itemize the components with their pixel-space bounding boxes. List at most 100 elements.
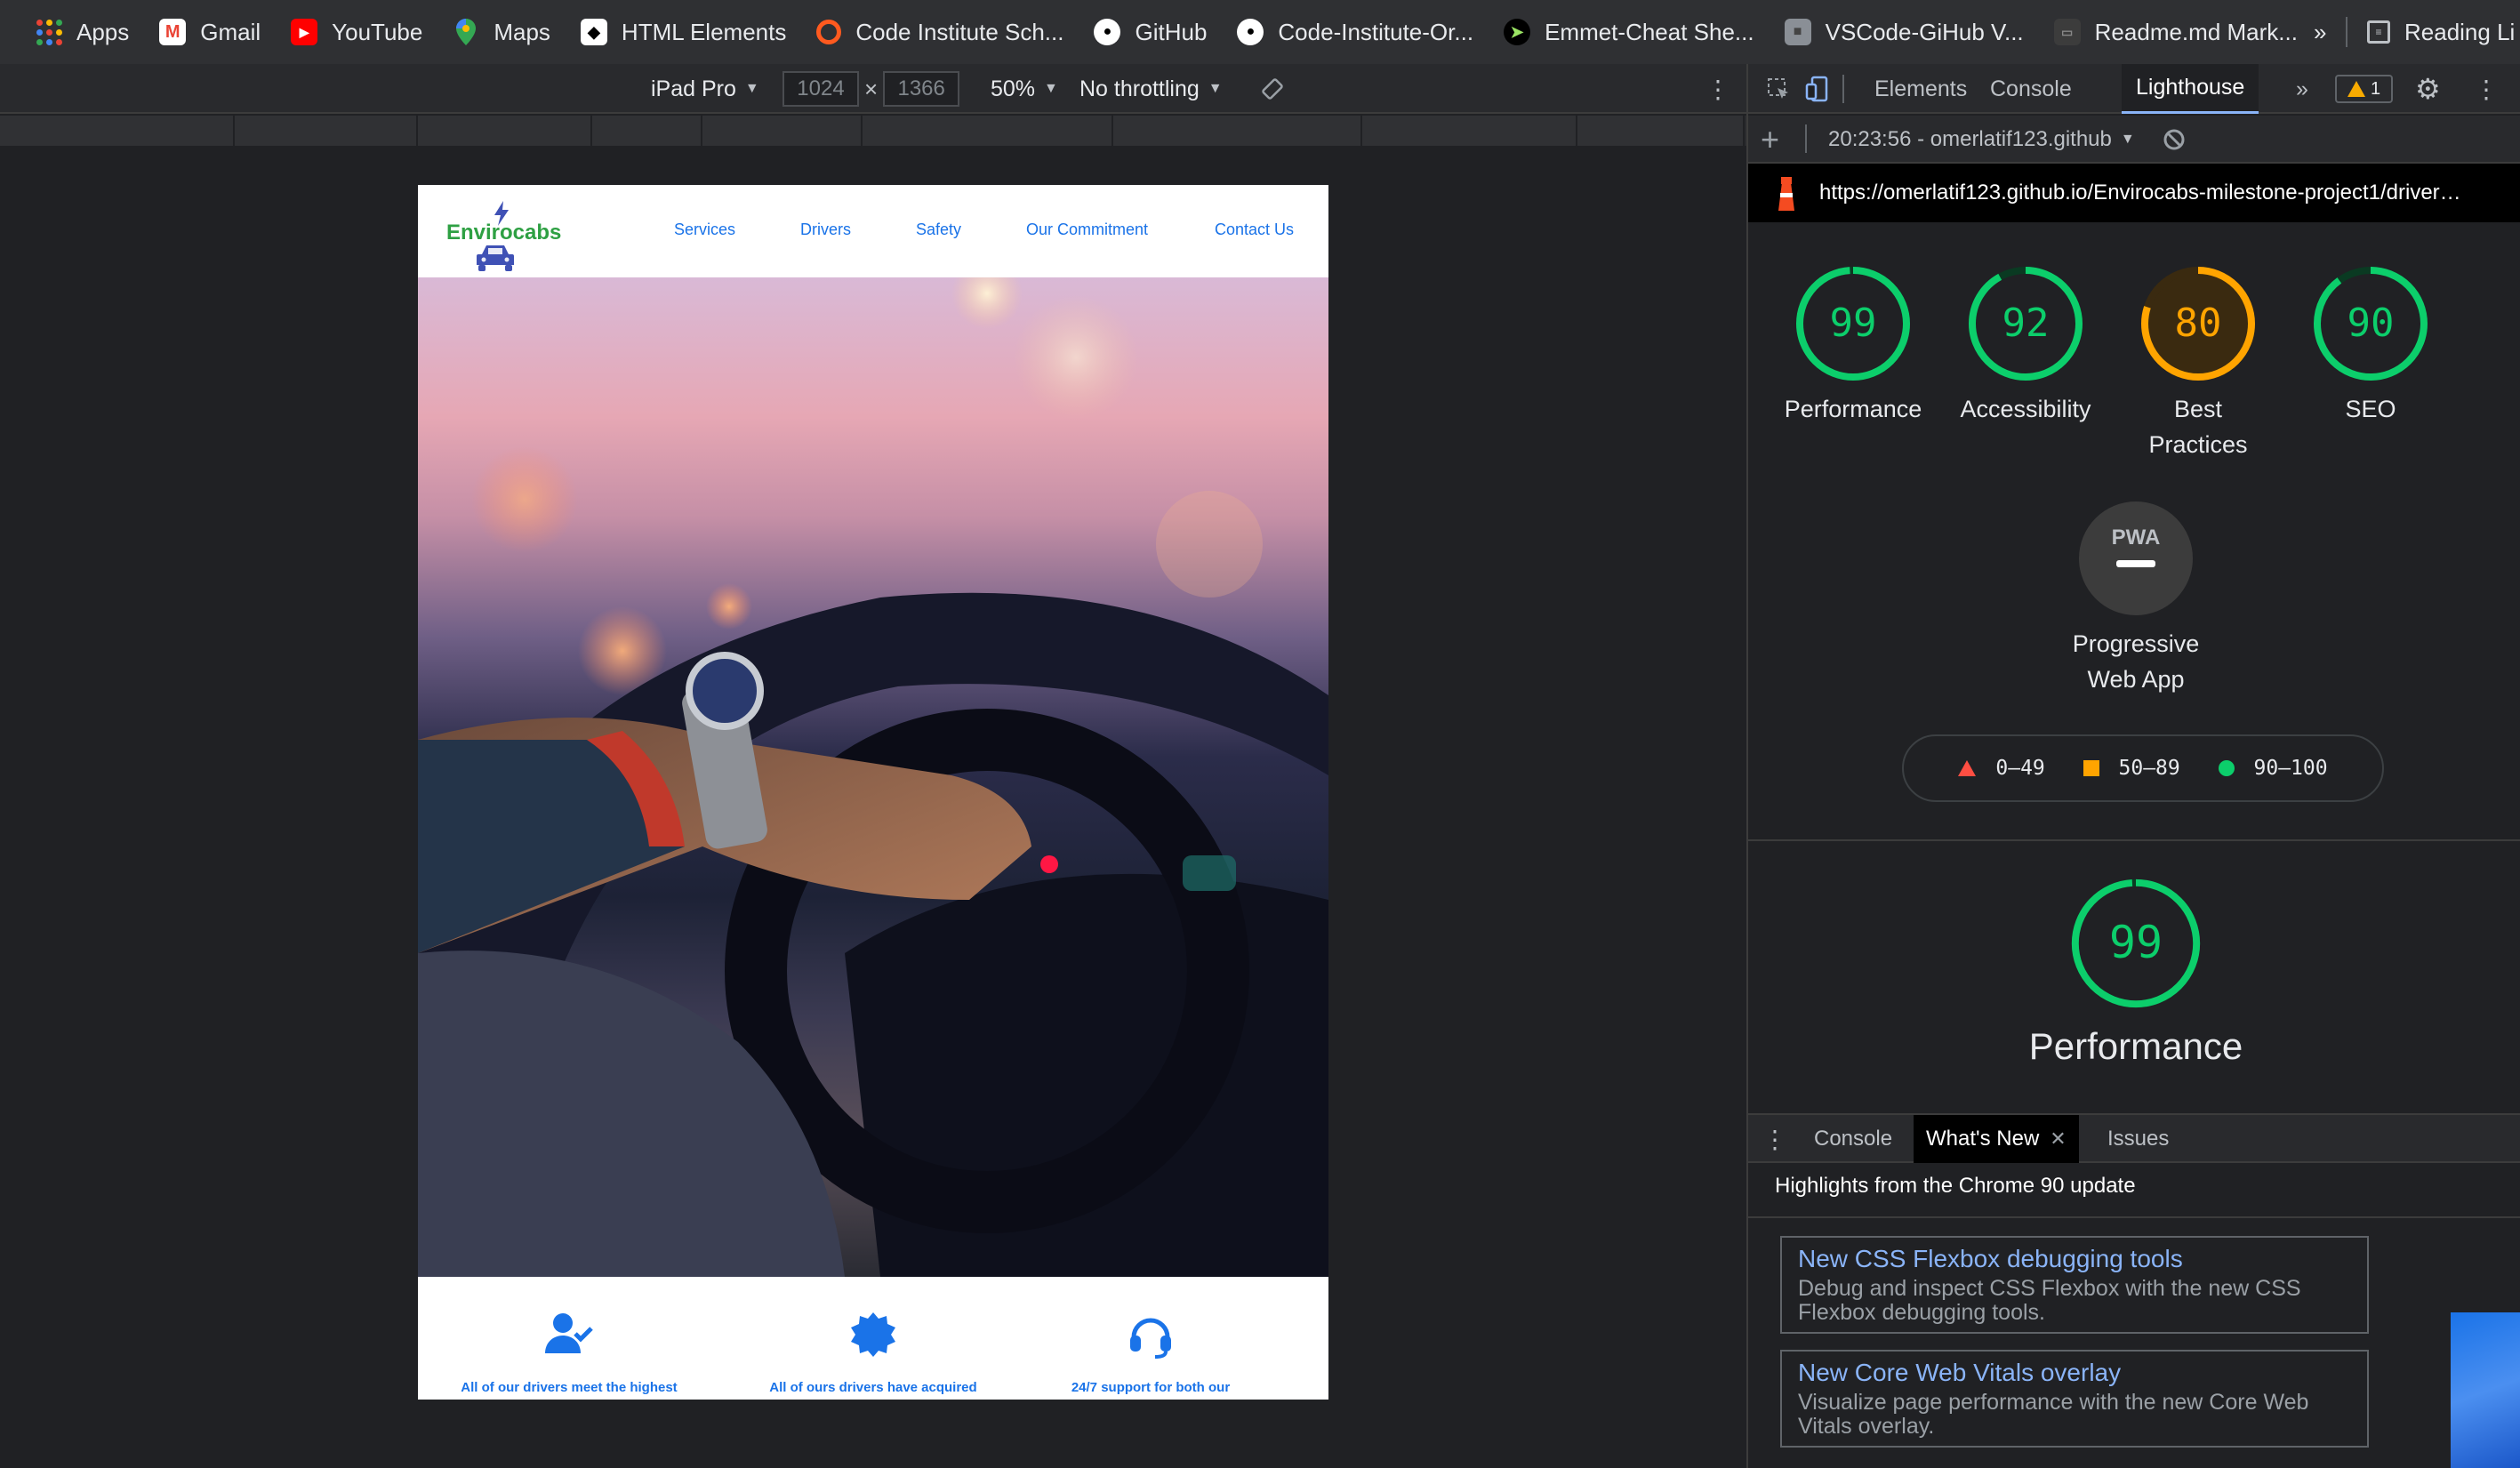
lighthouse-icon [1778, 177, 1794, 211]
feature-text: All of our drivers meet the highest [461, 1380, 678, 1395]
vscode-icon: ■ [1784, 19, 1811, 45]
gauge-value: 92 [2002, 301, 2050, 346]
bookmark-code-institute-org[interactable]: ● Code-Institute-Or... [1226, 7, 1484, 57]
drawer-tab-label: What's New [1926, 1127, 2040, 1151]
nav-services[interactable]: Services [674, 221, 735, 239]
width-input[interactable]: 1024 [782, 71, 859, 107]
new-report-icon[interactable]: + [1761, 121, 1779, 158]
bookmark-apps[interactable]: Apps [25, 7, 140, 57]
square-icon [2083, 760, 2099, 776]
bookmark-readme[interactable]: ▭ Readme.md Mark... [2043, 7, 2308, 57]
device-dimensions: 1024 × 1366 [782, 64, 960, 114]
media-query-ruler [0, 116, 1746, 146]
legend-label: 50–89 [2118, 757, 2180, 780]
code-institute-icon [816, 20, 842, 44]
bookmark-label: Readme.md Mark... [2094, 18, 2298, 45]
bookmark-maps[interactable]: Maps [442, 7, 561, 57]
drawer-menu-button[interactable]: ⋮ [1750, 1115, 1800, 1163]
drawer-tab-whats-new[interactable]: What's New ✕ [1914, 1115, 2079, 1163]
report-url: https://omerlatif123.github.io/Envirocab… [1819, 180, 2461, 205]
drawer-tab-console[interactable]: Console [1802, 1115, 1905, 1163]
warnings-badge[interactable]: 1 [2335, 75, 2394, 103]
gauge-label: Accessibility [1960, 396, 2091, 422]
gauge-pwa[interactable]: PWA Progressive Web App [2020, 500, 2251, 697]
feature-drivers: All of our drivers meet the highest [453, 1277, 685, 1400]
emmet-icon: ➤ [1504, 19, 1531, 45]
legend-fail: 0–49 [1958, 757, 2045, 780]
card-description: Debug and inspect CSS Flexbox with the n… [1798, 1276, 2301, 1325]
reading-list-label: Reading Li [2404, 18, 2516, 45]
certificate-icon [851, 1312, 895, 1357]
legend-pass: 90–100 [2218, 757, 2328, 780]
bookmark-gmail[interactable]: M Gmail [148, 7, 271, 57]
rotate-button[interactable] [1259, 64, 1286, 114]
tab-console[interactable]: Console [1976, 64, 2086, 114]
circle-icon [2218, 760, 2235, 776]
more-tabs-button[interactable]: » [2282, 64, 2323, 114]
big-gauge-label: Performance [2028, 1025, 2243, 1067]
score-legend: 0–49 50–89 90–100 [1902, 734, 2384, 802]
toolbar-divider [1805, 124, 1807, 153]
close-icon[interactable]: ✕ [2050, 1127, 2066, 1151]
tab-elements[interactable]: Elements [1860, 64, 1981, 114]
whats-new-card[interactable]: New Core Web Vitals overlay Visualize pa… [1780, 1350, 2369, 1448]
report-select[interactable]: 20:23:56 - omerlatif123.github ▼ [1828, 116, 2135, 164]
bookmark-label: VSCode-GiHub V... [1825, 18, 2024, 45]
nav-safety[interactable]: Safety [916, 221, 961, 239]
card-title[interactable]: New CSS Flexbox debugging tools [1798, 1245, 2351, 1273]
throttling-select[interactable]: No throttling ▼ [1079, 64, 1223, 114]
nav-contact-us[interactable]: Contact Us [1215, 221, 1294, 239]
bookmark-label: Gmail [200, 18, 261, 45]
card-title[interactable]: New Core Web Vitals overlay [1798, 1359, 2351, 1387]
zoom-select[interactable]: 50% ▼ [991, 64, 1058, 114]
card-description: Visualize page performance with the new … [1798, 1390, 2309, 1439]
bookmark-emmet[interactable]: ➤ Emmet-Cheat She... [1493, 7, 1765, 57]
chevron-down-icon: ▼ [744, 81, 759, 96]
gmail-icon: M [159, 19, 187, 45]
devtools-drawer: ⋮ Console What's New ✕ Issues Highlights… [1748, 1113, 2520, 1468]
bookmark-code-institute[interactable]: Code Institute Sch... [806, 7, 1074, 57]
whats-new-card[interactable]: New CSS Flexbox debugging tools Debug an… [1780, 1236, 2369, 1334]
drawer-tab-issues[interactable]: Issues [2095, 1115, 2181, 1163]
warning-count: 1 [2371, 78, 2381, 99]
bookmarks-divider [2346, 17, 2347, 47]
inspect-icon [1768, 78, 1788, 99]
gauge-value: 90 [2347, 301, 2395, 346]
device-toggle-button[interactable] [1791, 64, 1844, 114]
gauge-ring: 99 [2071, 878, 2201, 1008]
gauge-performance[interactable]: 99 Performance [1764, 265, 1942, 427]
nav-drivers[interactable]: Drivers [800, 221, 851, 239]
tab-lighthouse[interactable]: Lighthouse [2122, 64, 2259, 114]
bookmarks-bar: Apps M Gmail ▶ YouTube Maps ◆ HTML Eleme… [0, 0, 2520, 64]
headset-icon [1130, 1318, 1171, 1359]
bookmark-html-elements[interactable]: ◆ HTML Elements [570, 7, 797, 57]
device-select[interactable]: iPad Pro ▼ [651, 64, 759, 114]
user-check-icon [545, 1313, 593, 1353]
drawer-tabbar: ⋮ Console What's New ✕ Issues [1748, 1115, 2520, 1163]
legend-average: 50–89 [2083, 757, 2180, 780]
height-input[interactable]: 1366 [883, 71, 960, 107]
pwa-badge: PWA [2079, 501, 2193, 615]
gauge-accessibility[interactable]: 92 Accessibility [1937, 265, 2115, 427]
gauge-ring: 90 [2314, 267, 2428, 381]
bookmark-vscode[interactable]: ■ VSCode-GiHub V... [1774, 7, 2034, 57]
gauge-seo[interactable]: 90 SEO [2282, 265, 2460, 427]
emulated-viewport: Envirocabs Services Drivers Safety Our C… [418, 185, 1328, 1400]
throttling-label: No throttling [1079, 76, 1200, 101]
gauge-best-practices[interactable]: 80 Best Practices [2109, 265, 2287, 462]
devtools-tabbar: Elements Console Lighthouse » 1 ⚙ ⋮ [1748, 64, 2520, 114]
site-header: Envirocabs Services Drivers Safety Our C… [418, 185, 1328, 277]
bookmark-label: Maps [494, 18, 550, 45]
nav-our-commitment[interactable]: Our Commitment [1026, 221, 1148, 239]
bookmark-youtube[interactable]: ▶ YouTube [280, 7, 433, 57]
bookmarks-overflow-button[interactable]: » [2303, 7, 2337, 57]
devtools-menu-button[interactable]: ⋮ [2460, 64, 2513, 114]
bookmark-github[interactable]: ● GitHub [1083, 7, 1217, 57]
maps-icon [453, 19, 479, 45]
reading-list-button[interactable]: ≡ Reading Li [2356, 7, 2520, 57]
clear-icon[interactable] [2163, 128, 2186, 151]
device-more-icon[interactable]: ⋮ [1705, 64, 1730, 114]
features-strip: All of our drivers meet the highest All … [418, 1277, 1328, 1400]
settings-button[interactable]: ⚙ [2401, 64, 2455, 114]
gauge-ring: 99 [1796, 267, 1910, 381]
